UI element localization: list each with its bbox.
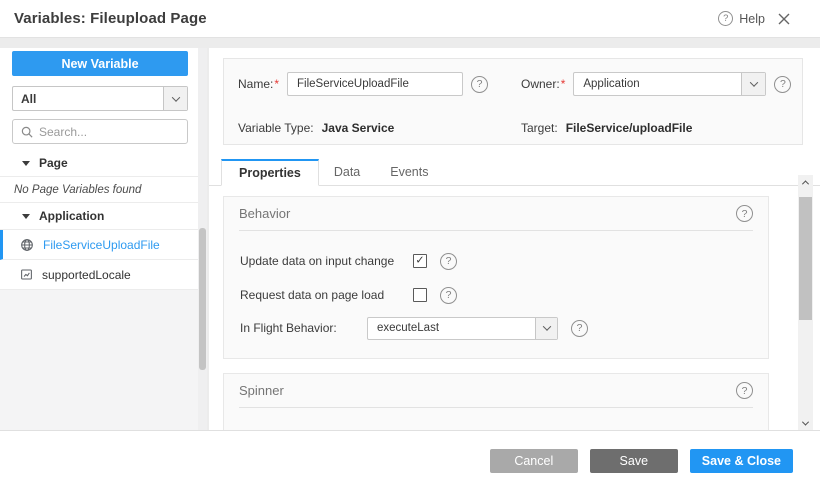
in-flight-behavior-row: In Flight Behavior: executeLast ? <box>240 316 752 340</box>
search-icon <box>21 126 33 138</box>
collapse-triangle-icon <box>22 161 30 166</box>
variable-search-box <box>12 119 188 144</box>
save-and-close-button[interactable]: Save & Close <box>690 449 793 473</box>
spinner-section: Spinner ? <box>223 373 769 430</box>
update-data-on-input-change-row: Update data on input change ✓ ? <box>240 249 752 273</box>
spinner-help-icon[interactable]: ? <box>736 382 753 399</box>
page-title: Variables: Fileupload Page <box>14 10 207 27</box>
behavior-section: Behavior ? Update data on input change ✓… <box>223 196 769 359</box>
variables-sidebar: New Variable All Page No Page Variables … <box>0 48 198 430</box>
section-application-label: Application <box>39 209 104 223</box>
chevron-down-icon <box>741 73 765 95</box>
in-flight-behavior-value: executeLast <box>368 318 535 339</box>
close-icon[interactable] <box>778 13 790 25</box>
scroll-down-icon[interactable] <box>798 416 813 430</box>
variable-filter-value: All <box>13 87 163 110</box>
target-group: Target: FileService/uploadFile <box>521 116 692 140</box>
spinner-section-title: Spinner <box>239 383 284 398</box>
variable-item-label: supportedLocale <box>42 268 131 282</box>
sidebar-scrollbar[interactable] <box>198 48 207 430</box>
dialog-footer: Cancel Save Save & Close <box>0 430 820 495</box>
chevron-down-icon <box>163 87 187 110</box>
tab-events[interactable]: Events <box>375 158 443 185</box>
required-asterisk: * <box>274 77 279 91</box>
owner-label: Owner:* <box>521 77 565 91</box>
divider <box>239 230 753 231</box>
titlebar-actions: ? Help <box>718 11 790 26</box>
page-variables-empty-message: No Page Variables found <box>0 177 198 203</box>
variable-type-label: Variable Type: <box>238 121 314 135</box>
in-flight-behavior-select[interactable]: executeLast <box>367 317 558 340</box>
sidebar-filler <box>0 290 198 430</box>
behavior-section-header: Behavior ? <box>224 197 768 230</box>
chevron-down-icon <box>535 318 557 339</box>
save-button[interactable]: Save <box>590 449 678 473</box>
new-variable-button[interactable]: New Variable <box>12 51 188 76</box>
help-icon: ? <box>718 11 733 26</box>
sidebar-controls: New Variable All <box>0 48 198 144</box>
name-label: Name:* <box>238 77 279 91</box>
name-help-icon[interactable]: ? <box>471 76 488 93</box>
java-service-variable-icon <box>20 238 34 252</box>
owner-select[interactable]: Application <box>573 72 766 96</box>
request-data-on-page-load-checkbox[interactable]: ✓ <box>413 288 427 302</box>
footer-buttons: Cancel Save Save & Close <box>490 449 793 473</box>
target-value: FileService/uploadFile <box>566 121 693 135</box>
tab-properties[interactable]: Properties <box>221 159 319 186</box>
required-asterisk: * <box>561 77 566 91</box>
name-field-group: Name:* ? <box>238 72 488 96</box>
collapse-triangle-icon <box>22 214 30 219</box>
target-label: Target: <box>521 121 558 135</box>
model-variable-icon <box>20 268 33 281</box>
properties-scrollbar[interactable] <box>798 175 813 430</box>
owner-select-value: Application <box>574 73 741 95</box>
divider <box>239 407 753 408</box>
sidebar-item-supportedlocale[interactable]: supportedLocale <box>0 260 198 290</box>
request-data-help-icon[interactable]: ? <box>440 287 457 304</box>
section-page-label: Page <box>39 156 68 170</box>
sidebar-section-application[interactable]: Application <box>0 203 198 230</box>
tab-data[interactable]: Data <box>319 158 375 185</box>
in-flight-help-icon[interactable]: ? <box>571 320 588 337</box>
scroll-up-icon[interactable] <box>798 175 813 189</box>
owner-help-icon[interactable]: ? <box>774 76 791 93</box>
detail-tabbar: Properties Data Events <box>209 158 820 186</box>
variable-type-group: Variable Type: Java Service <box>238 116 394 140</box>
variable-detail-panel: Name:* ? Owner:* Application ? Variable … <box>209 48 820 430</box>
behavior-help-icon[interactable]: ? <box>736 205 753 222</box>
request-data-on-page-load-label: Request data on page load <box>240 288 413 302</box>
sidebar-scrollbar-thumb[interactable] <box>199 228 206 370</box>
spinner-section-header: Spinner ? <box>224 374 768 407</box>
behavior-section-title: Behavior <box>239 206 290 221</box>
name-input[interactable] <box>287 72 463 96</box>
variable-item-label: FileServiceUploadFile <box>43 238 160 252</box>
variable-type-value: Java Service <box>322 121 395 135</box>
dialog-titlebar: Variables: Fileupload Page ? Help <box>0 0 820 38</box>
search-input[interactable] <box>39 125 194 139</box>
update-data-on-input-change-checkbox[interactable]: ✓ <box>413 254 427 268</box>
update-data-on-input-change-label: Update data on input change <box>240 254 413 268</box>
help-button[interactable]: ? Help <box>718 11 765 26</box>
sidebar-section-page[interactable]: Page <box>0 150 198 177</box>
request-data-on-page-load-row: Request data on page load ✓ ? <box>240 283 752 307</box>
cancel-button[interactable]: Cancel <box>490 449 578 473</box>
sidebar-item-fileserviceuploadfile[interactable]: FileServiceUploadFile <box>0 230 198 260</box>
update-data-help-icon[interactable]: ? <box>440 253 457 270</box>
owner-field-group: Owner:* Application ? <box>521 72 791 96</box>
help-label: Help <box>739 12 765 26</box>
properties-scrollbar-thumb[interactable] <box>799 197 812 320</box>
in-flight-behavior-label: In Flight Behavior: <box>240 321 367 335</box>
variable-filter-select[interactable]: All <box>12 86 188 111</box>
variable-summary-box: Name:* ? Owner:* Application ? Variable … <box>223 58 803 145</box>
